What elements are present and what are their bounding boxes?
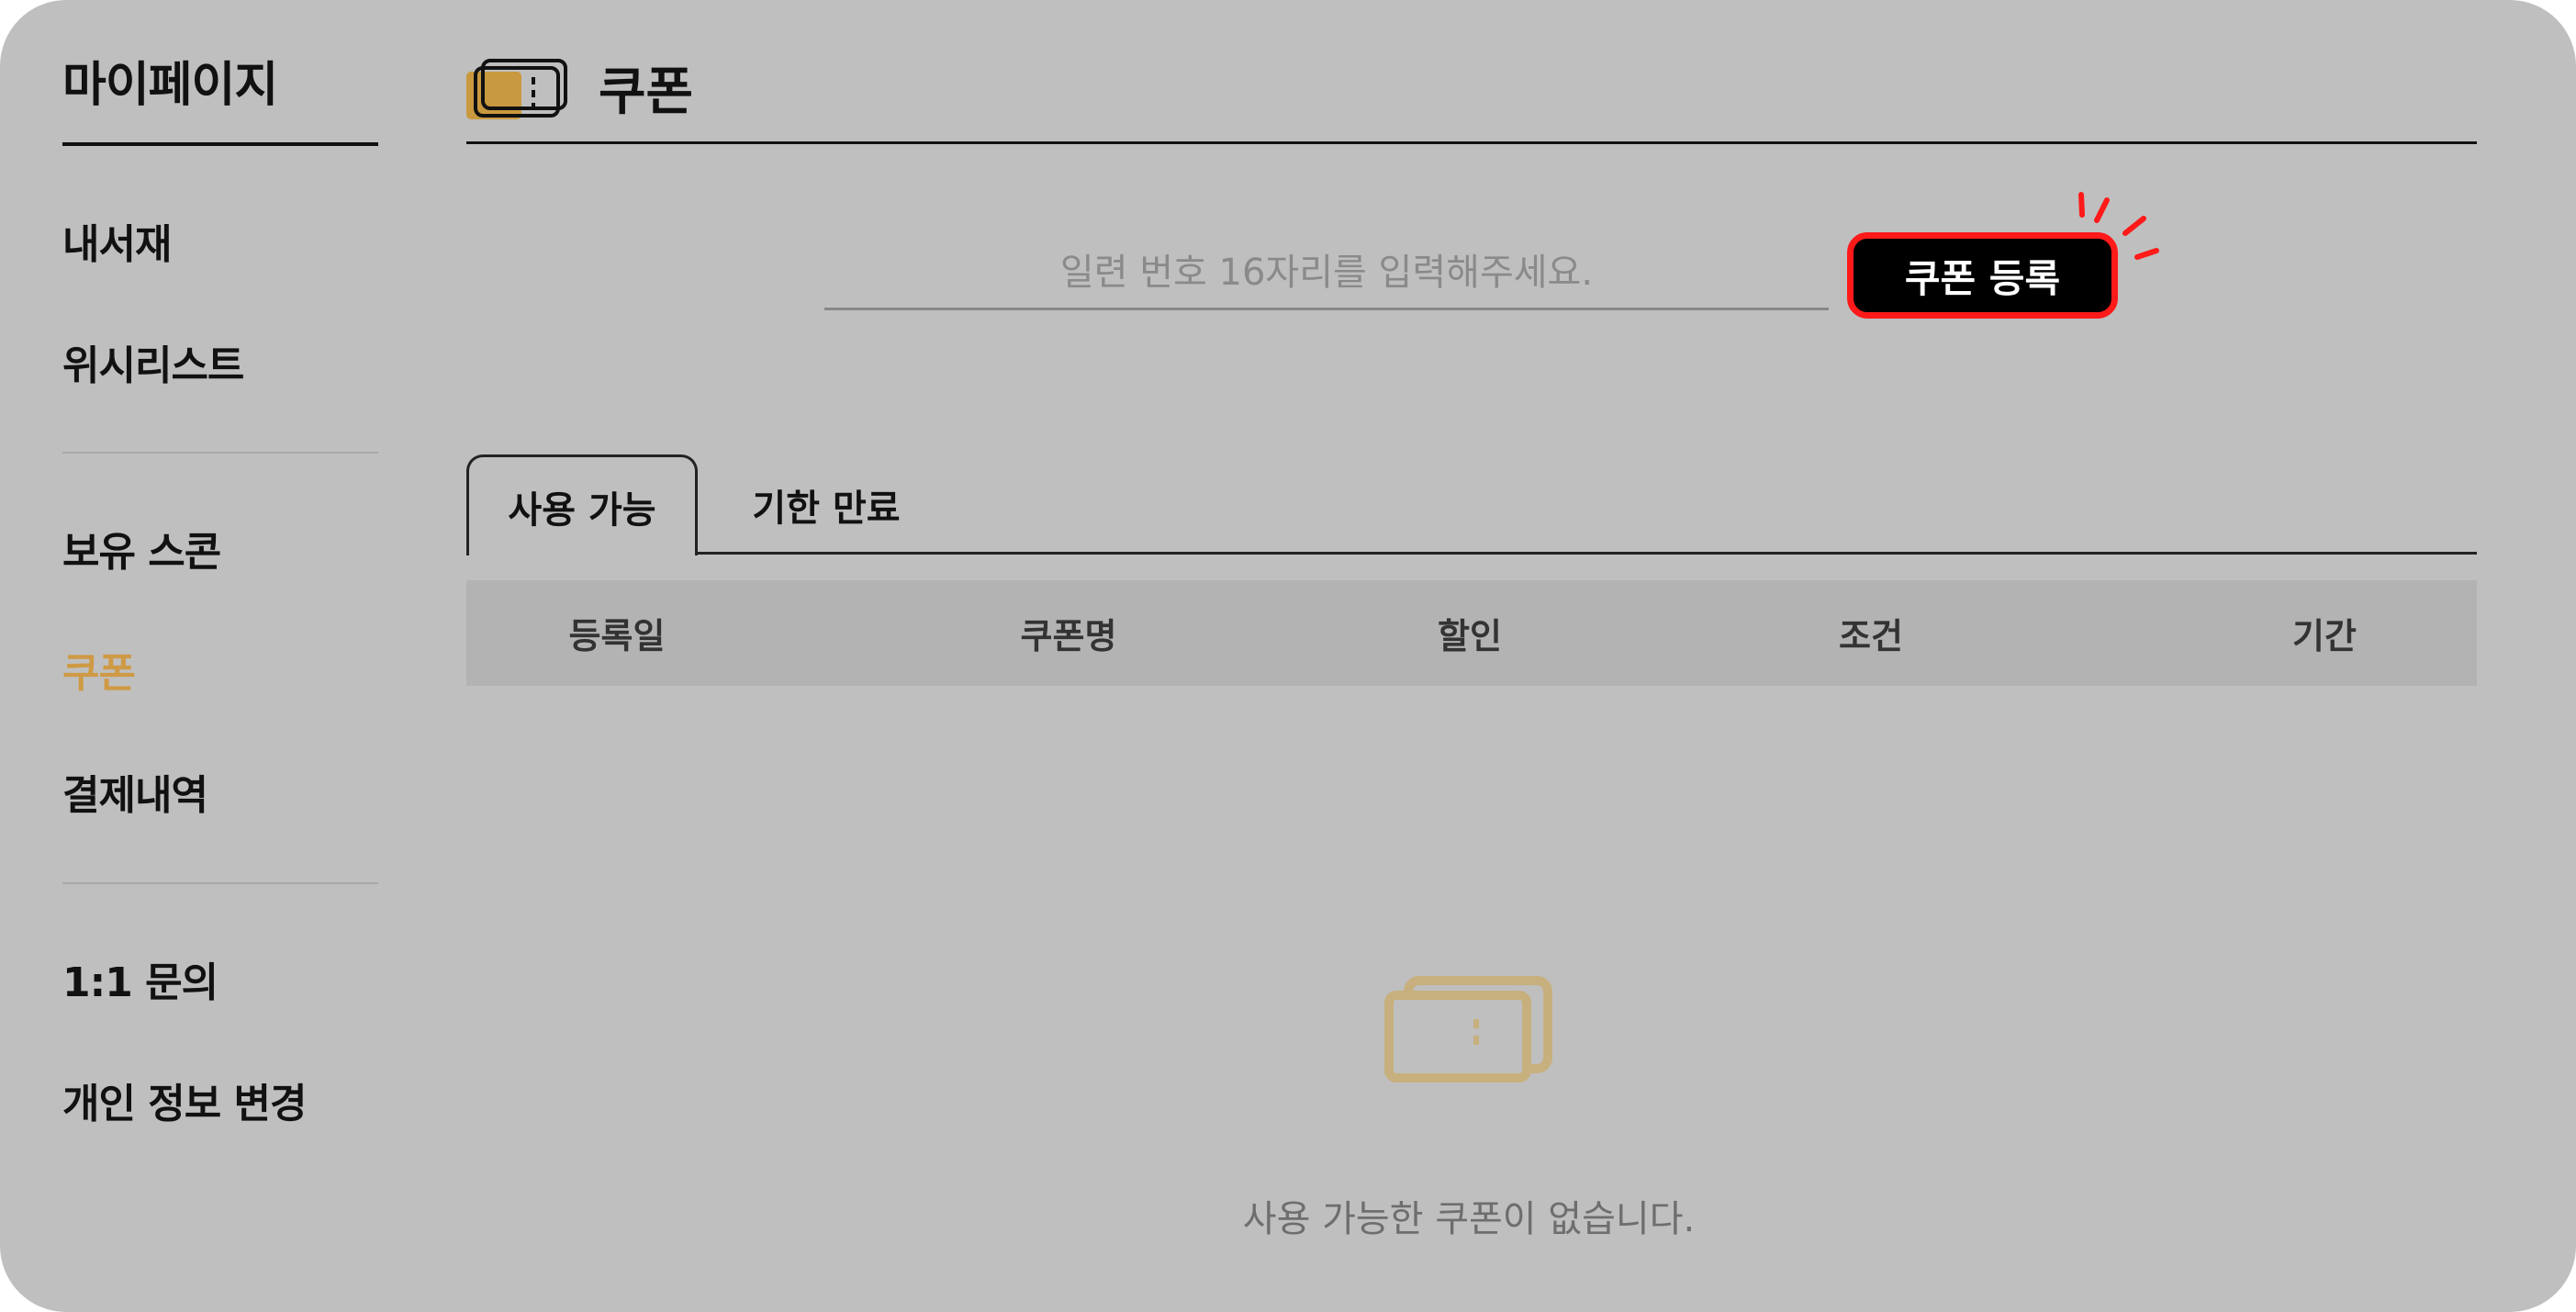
tab-expired[interactable]: 기한 만료 bbox=[734, 454, 918, 555]
highlight-spark-icon bbox=[2078, 192, 2159, 260]
column-header-registered-date: 등록일 bbox=[568, 616, 666, 656]
sidebar-item-profile-settings[interactable]: 개인 정보 변경 bbox=[62, 1071, 308, 1129]
column-header-conditions: 조건 bbox=[1839, 616, 1903, 656]
coupon-ticket-icon bbox=[1384, 976, 1552, 1082]
coupon-serial-input[interactable] bbox=[824, 237, 1829, 310]
sidebar-item-wishlist[interactable]: 위시리스트 bbox=[62, 332, 244, 391]
tab-divider bbox=[466, 552, 2477, 555]
sidebar-item-payment-history[interactable]: 결제내역 bbox=[62, 762, 208, 821]
sidebar-divider bbox=[62, 882, 378, 884]
sidebar-item-coupons[interactable]: 쿠폰 bbox=[62, 640, 136, 699]
coupon-page: 마이페이지 내서재 위시리스트 보유 스콘 쿠폰 결제내역 1:1 문의 개인 … bbox=[0, 0, 2576, 1312]
sidebar-title-underline bbox=[62, 142, 378, 146]
sidebar-item-scones[interactable]: 보유 스콘 bbox=[62, 519, 221, 578]
empty-state-message: 사용 가능한 쿠폰이 없습니다. bbox=[1242, 1198, 1696, 1240]
sidebar-title: 마이페이지 bbox=[62, 58, 278, 113]
sidebar-item-library[interactable]: 내서재 bbox=[62, 211, 172, 270]
sidebar-divider bbox=[62, 452, 378, 454]
coupon-table-header: 등록일 쿠폰명 할인 조건 기간 bbox=[466, 580, 2477, 686]
tab-available[interactable]: 사용 가능 bbox=[466, 454, 698, 555]
column-header-discount: 할인 bbox=[1438, 616, 1502, 656]
coupon-ticket-icon bbox=[466, 59, 567, 119]
sidebar-item-inquiry[interactable]: 1:1 문의 bbox=[62, 949, 218, 1008]
column-header-coupon-name: 쿠폰명 bbox=[1020, 616, 1117, 656]
header-divider bbox=[466, 141, 2477, 144]
column-header-period: 기간 bbox=[2292, 616, 2357, 656]
page-title: 쿠폰 bbox=[599, 62, 694, 122]
